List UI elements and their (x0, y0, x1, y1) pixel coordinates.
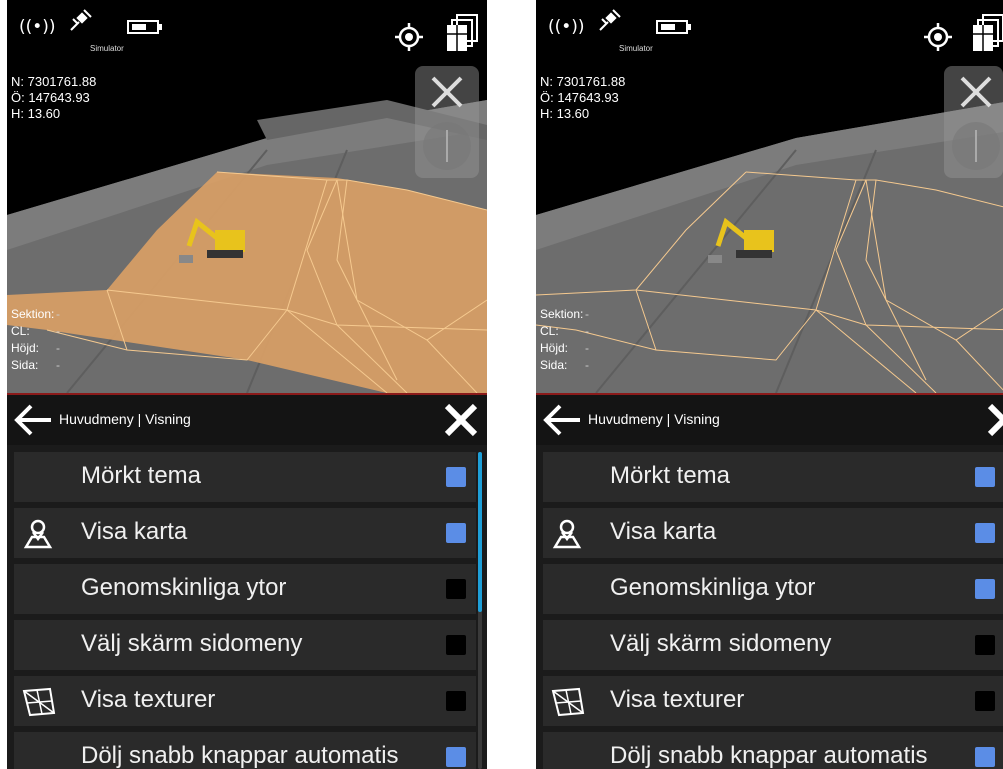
menu-header: Huvudmeny | Visning (536, 395, 1003, 445)
terrain-render (536, 102, 1003, 393)
svg-text:((•)): ((•)) (19, 17, 55, 37)
setting-transparent-surfaces[interactable]: Genomskinliga ytor (543, 564, 1003, 614)
info-value: - (56, 358, 60, 372)
setting-label: Visa texturer (610, 686, 745, 713)
info-value: - (56, 324, 60, 338)
checkbox[interactable] (446, 691, 466, 711)
map-pin-icon (552, 519, 582, 549)
checkbox[interactable] (975, 691, 995, 711)
scrollbar-thumb[interactable] (478, 452, 482, 612)
checkbox[interactable] (975, 467, 995, 487)
info-value: - (585, 324, 589, 338)
checkbox[interactable] (975, 635, 995, 655)
info-key: Höjd: (11, 341, 40, 355)
north-coordinate: N: 7301761.88 (11, 74, 97, 89)
battery-icon (656, 20, 691, 34)
breadcrumb: Huvudmeny | Visning (588, 411, 720, 427)
info-value: - (56, 341, 60, 355)
setting-side-menu[interactable]: Välj skärm sidomeny (14, 620, 476, 670)
satellite-icon (70, 9, 92, 31)
setting-dark-theme[interactable]: Mörkt tema (543, 452, 1003, 502)
locate-icon[interactable] (394, 22, 424, 52)
radio-signal-icon: ((•)) (19, 17, 55, 37)
checkbox[interactable] (975, 523, 995, 543)
info-key: Sida: (540, 358, 568, 372)
battery-icon (127, 20, 162, 34)
radio-signal-icon: ((•)) (548, 17, 584, 37)
locate-icon[interactable] (923, 22, 953, 52)
setting-label: Välj skärm sidomeny (610, 630, 832, 657)
svg-text:((•)): ((•)) (548, 17, 584, 37)
info-value: - (585, 307, 589, 321)
setting-hide-quick-buttons[interactable]: Dölj snabb knappar automatis (543, 732, 1003, 769)
3d-view[interactable]: ((•)) Simulator N: 7301761.88 Ö: 147643.… (7, 0, 487, 393)
view-cube[interactable] (944, 66, 1003, 178)
back-arrow-icon[interactable] (13, 403, 53, 437)
setting-label: Visa texturer (81, 686, 216, 713)
setting-label: Visa karta (610, 518, 717, 545)
simulator-label: Simulator (619, 44, 653, 53)
breadcrumb: Huvudmeny | Visning (59, 411, 191, 427)
close-icon[interactable] (986, 402, 1003, 438)
setting-label: Genomskinliga ytor (610, 574, 816, 601)
checkbox[interactable] (446, 467, 466, 487)
close-icon[interactable] (443, 402, 479, 438)
checkbox[interactable] (446, 747, 466, 767)
info-key: CL: (11, 324, 30, 338)
setting-show-map[interactable]: Visa karta (14, 508, 476, 558)
info-key: Sektion: (11, 307, 55, 321)
section-info: Sektion: - CL: - Höjd: - Sida: - (11, 306, 60, 374)
simulator-label: Simulator (90, 44, 124, 53)
position-readout: N: 7301761.88 Ö: 147643.93 H: 13.60 (540, 74, 625, 122)
checkbox[interactable] (975, 579, 995, 599)
terrain-render (7, 100, 487, 393)
info-key: CL: (540, 324, 559, 338)
satellite-icon (599, 9, 621, 31)
position-readout: N: 7301761.88 Ö: 147643.93 H: 13.60 (11, 74, 96, 122)
setting-show-textures[interactable]: Visa texturer (543, 676, 1003, 726)
checkbox[interactable] (446, 635, 466, 655)
view-cube-icon (423, 76, 471, 170)
setting-label: Dölj snabb knappar automatis (610, 742, 928, 769)
setting-side-menu[interactable]: Välj skärm sidomeny (543, 620, 1003, 670)
setting-label: Mörkt tema (81, 462, 202, 489)
view-cube-icon (952, 76, 1000, 170)
texture-icon (551, 687, 585, 717)
setting-show-map[interactable]: Visa karta (543, 508, 1003, 558)
checkbox[interactable] (446, 579, 466, 599)
height-coordinate: H: 13.60 (11, 106, 61, 121)
info-value: - (585, 358, 589, 372)
east-coordinate: Ö: 147643.93 (540, 90, 619, 105)
menu-header: Huvudmeny | Visning (7, 395, 487, 445)
info-key: Sektion: (540, 307, 584, 321)
back-arrow-icon[interactable] (542, 403, 582, 437)
map-pin-icon (23, 519, 53, 549)
height-coordinate: H: 13.60 (540, 106, 590, 121)
setting-label: Visa karta (81, 518, 188, 545)
app-screen-left: ((•)) Simulator N: 7301761.88 Ö: 147643.… (7, 0, 487, 769)
setting-hide-quick-buttons[interactable]: Dölj snabb knappar automatis (14, 732, 476, 769)
section-info: Sektion: - CL: - Höjd: - Sida: - (540, 306, 589, 374)
setting-dark-theme[interactable]: Mörkt tema (14, 452, 476, 502)
texture-icon (22, 687, 56, 717)
setting-show-textures[interactable]: Visa texturer (14, 676, 476, 726)
east-coordinate: Ö: 147643.93 (11, 90, 90, 105)
info-value: - (585, 341, 589, 355)
3d-view[interactable]: ((•)) Simulator N: 7301761.88 Ö: 147643.… (536, 0, 1003, 393)
info-value: - (56, 307, 60, 321)
setting-label: Dölj snabb knappar automatis (81, 742, 399, 769)
setting-label: Genomskinliga ytor (81, 574, 287, 601)
info-key: Höjd: (540, 341, 569, 355)
layers-icon[interactable] (447, 14, 479, 52)
setting-label: Mörkt tema (610, 462, 731, 489)
setting-label: Välj skärm sidomeny (81, 630, 303, 657)
layers-icon[interactable] (973, 14, 1003, 52)
north-coordinate: N: 7301761.88 (540, 74, 626, 89)
info-key: Sida: (11, 358, 39, 372)
view-cube[interactable] (415, 66, 479, 178)
app-screen-right: ((•)) Simulator N: 7301761.88 Ö: 147643.… (536, 0, 1003, 769)
checkbox[interactable] (975, 747, 995, 767)
setting-transparent-surfaces[interactable]: Genomskinliga ytor (14, 564, 476, 614)
checkbox[interactable] (446, 523, 466, 543)
